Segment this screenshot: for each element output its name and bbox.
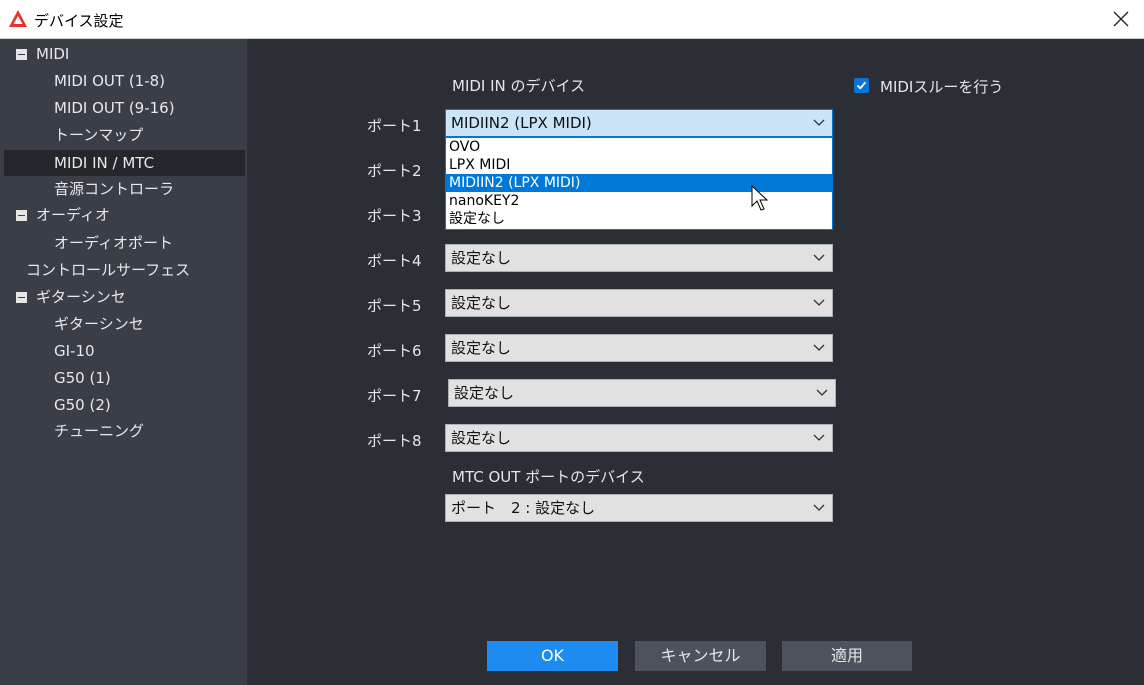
port-5-select[interactable]: 設定なし <box>445 289 833 317</box>
port-7-select[interactable]: 設定なし <box>448 379 836 407</box>
close-icon <box>1113 11 1129 27</box>
collapse-icon[interactable] <box>16 49 27 60</box>
chevron-down-icon <box>810 290 828 316</box>
app-logo-icon <box>9 10 27 27</box>
window-title: デバイス設定 <box>34 12 124 30</box>
select-value: ポート 2 : 設定なし <box>451 499 596 517</box>
midi-in-heading: MIDI IN のデバイス <box>452 77 586 95</box>
port-1-select[interactable]: MIDIIN2 (LPX MIDI) <box>445 109 833 137</box>
tree-item-midi[interactable]: MIDI <box>16 41 69 67</box>
tree-item-midi-in-mtc[interactable]: MIDI IN / MTC <box>4 150 245 176</box>
tree-item-audio-port[interactable]: オーディオポート <box>54 230 173 256</box>
dropdown-option-none[interactable]: 設定なし <box>446 210 832 228</box>
mtc-out-heading: MTC OUT ポートのデバイス <box>452 468 645 486</box>
select-value: 設定なし <box>451 294 512 312</box>
port-3-label: ポート3 <box>367 207 422 225</box>
midi-thru-checkbox[interactable] <box>854 78 869 93</box>
dropdown-option-lpx-midi[interactable]: LPX MIDI <box>446 156 832 174</box>
tree-item-label: MIDI <box>36 45 70 63</box>
tree-item-control-surface[interactable]: コントロールサーフェス <box>26 257 190 283</box>
cancel-button[interactable]: キャンセル <box>635 641 766 671</box>
mouse-pointer-icon <box>751 185 769 211</box>
dropdown-option-nanokey2[interactable]: nanoKEY2 <box>446 192 832 210</box>
select-value: MIDIIN2 (LPX MIDI) <box>451 114 592 132</box>
chevron-down-icon <box>810 335 828 361</box>
port-8-select[interactable]: 設定なし <box>445 424 833 452</box>
collapse-icon[interactable] <box>16 210 27 221</box>
tree-item-sound-controller[interactable]: 音源コントローラ <box>54 176 174 202</box>
select-value: 設定なし <box>451 249 512 267</box>
tree-item-gi-10[interactable]: GI-10 <box>54 338 95 364</box>
port-7-label: ポート7 <box>367 387 422 405</box>
dropdown-option-midiin2-lpx-midi[interactable]: MIDIIN2 (LPX MIDI) <box>446 174 832 192</box>
chevron-down-icon <box>810 425 828 451</box>
close-button[interactable] <box>1098 0 1144 38</box>
port-1-label: ポート1 <box>367 117 422 135</box>
chevron-down-icon <box>810 495 828 521</box>
title-bar: デバイス設定 <box>0 0 1144 39</box>
port-2-label: ポート2 <box>367 162 422 180</box>
port-8-label: ポート8 <box>367 432 422 450</box>
tree-item-g50-1[interactable]: G50 (1) <box>54 365 111 391</box>
checkmark-icon <box>856 81 867 90</box>
ok-button[interactable]: OK <box>487 641 618 671</box>
tree-item-audio[interactable]: オーディオ <box>16 202 110 228</box>
settings-tree: MIDI MIDI OUT (1-8) MIDI OUT (9-16) トーンマ… <box>0 39 248 685</box>
tree-item-tuning[interactable]: チューニング <box>54 418 144 444</box>
dropdown-option-ovo[interactable]: OVO <box>446 138 832 156</box>
port-4-label: ポート4 <box>367 252 422 270</box>
select-value: 設定なし <box>451 429 512 447</box>
tree-item-guitar-synth-group[interactable]: ギターシンセ <box>16 284 126 310</box>
select-value: 設定なし <box>454 384 515 402</box>
port-6-select[interactable]: 設定なし <box>445 334 833 362</box>
port-5-label: ポート5 <box>367 297 422 315</box>
mtc-out-select[interactable]: ポート 2 : 設定なし <box>445 494 833 522</box>
tree-item-label: オーディオ <box>36 206 110 224</box>
midi-thru-label: MIDIスルーを行う <box>880 78 1004 96</box>
chevron-down-icon <box>813 380 831 406</box>
collapse-icon[interactable] <box>16 292 27 303</box>
chevron-down-icon <box>810 245 828 271</box>
tree-item-midi-out-9-16[interactable]: MIDI OUT (9-16) <box>54 95 175 121</box>
port-1-dropdown-list: OVO LPX MIDI MIDIIN2 (LPX MIDI) nanoKEY2… <box>445 137 833 230</box>
tree-item-label: ギターシンセ <box>36 288 126 306</box>
tree-item-g50-2[interactable]: G50 (2) <box>54 392 111 418</box>
select-value: 設定なし <box>451 339 512 357</box>
port-6-label: ポート6 <box>367 342 422 360</box>
chevron-down-icon <box>810 110 828 136</box>
apply-button[interactable]: 適用 <box>782 641 912 671</box>
port-4-select[interactable]: 設定なし <box>445 244 833 272</box>
tree-item-midi-out-1-8[interactable]: MIDI OUT (1-8) <box>54 68 165 94</box>
tree-item-guitar-synth[interactable]: ギターシンセ <box>54 311 144 337</box>
tree-item-tone-map[interactable]: トーンマップ <box>54 122 143 148</box>
